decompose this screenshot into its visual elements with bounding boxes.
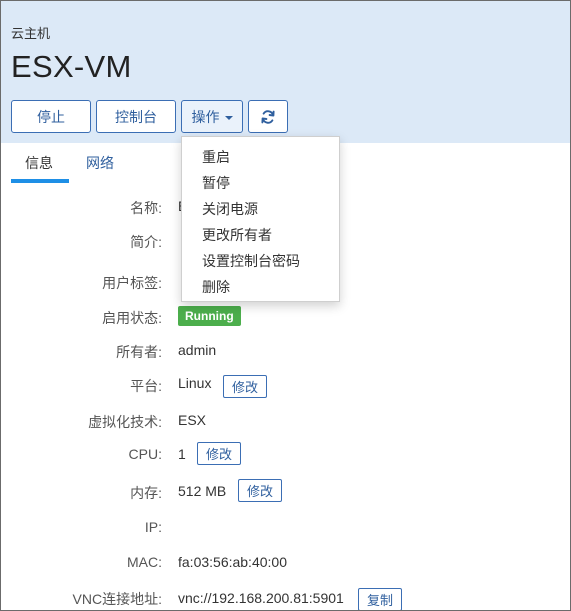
- breadcrumb[interactable]: 云主机: [11, 23, 50, 42]
- virtualization-label: 虚拟化技术:: [88, 414, 162, 430]
- page-title: ESX-VM: [11, 49, 132, 84]
- refresh-icon: [261, 109, 275, 124]
- mac-label: MAC:: [127, 554, 162, 570]
- vnc-copy-button[interactable]: 复制: [358, 588, 402, 610]
- caret-down-icon: [224, 115, 233, 120]
- mac-value: fa:03:56:ab:40:00: [178, 554, 287, 570]
- ip-label: IP:: [144, 519, 162, 535]
- actions-dropdown-menu: 重启 暂停 关闭电源 更改所有者 设置控制台密码 删除: [181, 136, 340, 302]
- platform-label: 平台:: [130, 378, 162, 394]
- cpu-value: 1: [178, 446, 186, 462]
- actions-dropdown-button[interactable]: 操作: [181, 100, 243, 133]
- vm-detail-window: 云主机 ESX-VM 停止 控制台 操作 信息 网络 名称: E 简介: 用户标…: [0, 0, 571, 611]
- platform-edit-label: 修改: [231, 380, 258, 395]
- platform-value: Linux: [178, 375, 212, 391]
- description-label: 简介:: [130, 234, 162, 250]
- memory-edit-button[interactable]: 修改: [238, 479, 282, 502]
- virtualization-value: ESX: [178, 412, 207, 428]
- memory-edit-label: 修改: [246, 484, 273, 499]
- page-header: 云主机 ESX-VM 停止 控制台 操作: [1, 1, 570, 143]
- menu-item-reboot[interactable]: 重启: [202, 147, 230, 167]
- cpu-label: CPU:: [128, 446, 162, 462]
- menu-item-set-console-password[interactable]: 设置控制台密码: [202, 251, 300, 271]
- name-label: 名称:: [130, 200, 162, 216]
- vnc-value: vnc://192.168.200.81:5901: [178, 590, 344, 606]
- actions-button-label: 操作: [191, 108, 220, 125]
- active-tab-indicator: [11, 179, 69, 183]
- user-tags-label: 用户标签:: [102, 275, 162, 291]
- owner-label: 所有者:: [116, 344, 162, 360]
- vnc-label: VNC连接地址:: [72, 591, 162, 607]
- tab-network[interactable]: 网络: [86, 153, 114, 173]
- platform-edit-button[interactable]: 修改: [223, 375, 267, 398]
- vnc-copy-label: 复制: [366, 593, 393, 608]
- status-label: 启用状态:: [102, 310, 162, 326]
- refresh-button[interactable]: [248, 100, 288, 133]
- status-badge: Running: [178, 306, 241, 326]
- memory-value: 512 MB: [178, 483, 227, 499]
- stop-button[interactable]: 停止: [11, 100, 91, 133]
- stop-button-label: 停止: [37, 108, 65, 125]
- console-button-label: 控制台: [115, 108, 157, 125]
- menu-item-change-owner[interactable]: 更改所有者: [202, 225, 272, 245]
- memory-label: 内存:: [130, 485, 162, 501]
- menu-item-delete[interactable]: 删除: [202, 277, 230, 297]
- tab-info[interactable]: 信息: [25, 153, 53, 173]
- console-button[interactable]: 控制台: [96, 100, 176, 133]
- menu-item-pause[interactable]: 暂停: [202, 173, 230, 193]
- cpu-edit-label: 修改: [205, 447, 232, 462]
- cpu-edit-button[interactable]: 修改: [197, 442, 241, 465]
- owner-value: admin: [178, 342, 217, 358]
- menu-item-power-off[interactable]: 关闭电源: [202, 199, 258, 219]
